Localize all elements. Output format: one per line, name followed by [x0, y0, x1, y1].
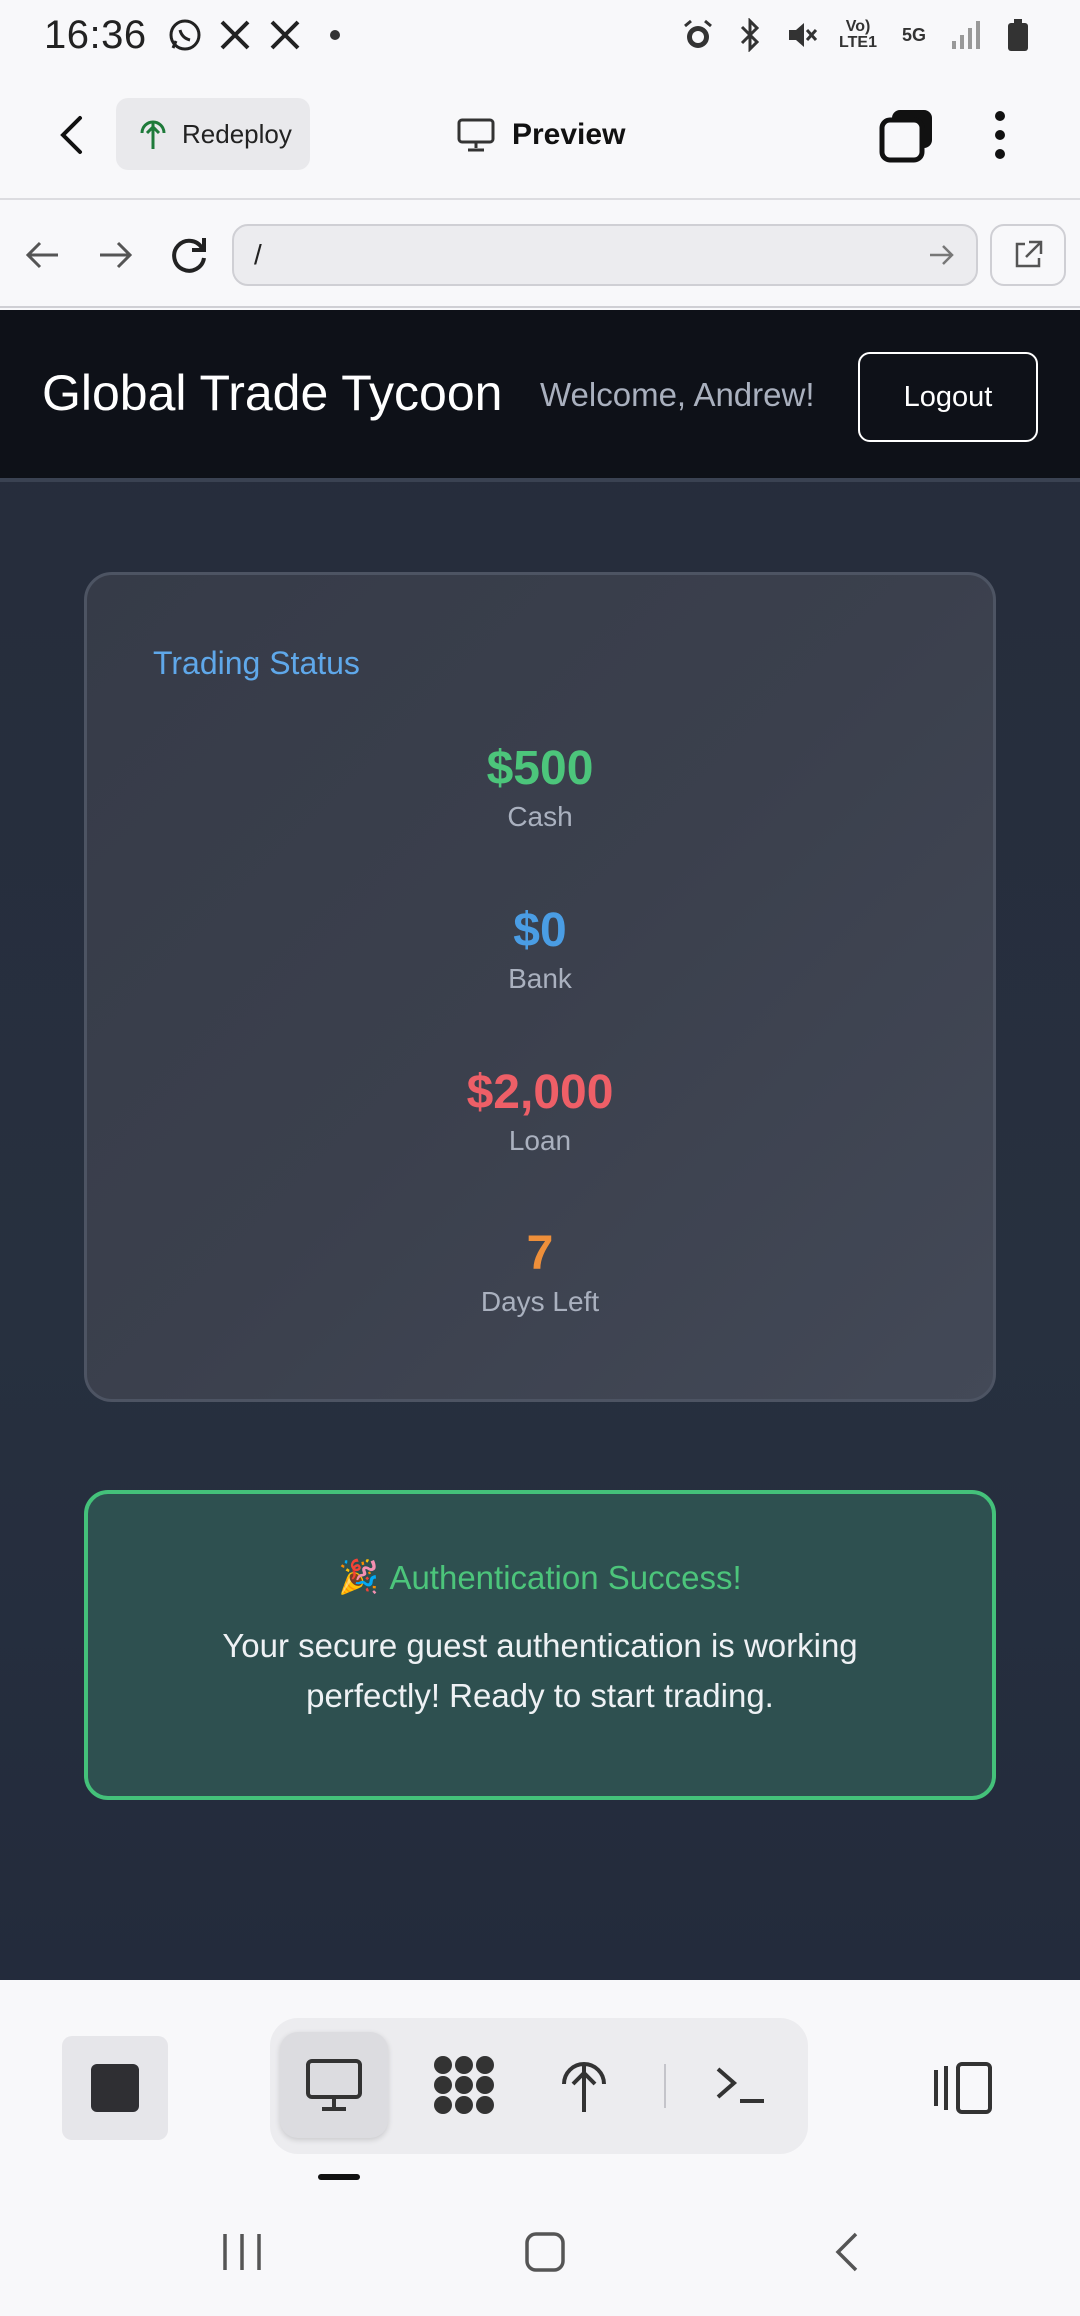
- 5g-icon: 5G: [896, 17, 932, 53]
- deploy-icon: [562, 2062, 606, 2112]
- back-button[interactable]: [48, 110, 98, 160]
- bottom-toolbar: [0, 1980, 1080, 2190]
- system-navigation: [0, 2190, 1080, 2316]
- bluetooth-icon: [732, 17, 768, 53]
- stat-days-left: 7 Days Left: [87, 1226, 993, 1318]
- apps-icon: [434, 2056, 494, 2114]
- monitor-icon: [457, 118, 495, 152]
- x-icon: [267, 17, 303, 53]
- split-view-icon: [934, 2062, 992, 2114]
- tool-terminal[interactable]: [686, 2032, 794, 2138]
- stat-label: Bank: [508, 963, 572, 994]
- success-message: Your secure guest authentication is work…: [222, 1627, 858, 1714]
- signal-icon: [948, 17, 984, 53]
- success-title-text: Authentication Success!: [389, 1558, 742, 1596]
- go-arrow-icon[interactable]: [926, 240, 956, 270]
- alarm-icon: [680, 17, 716, 53]
- tool-group: [270, 2018, 808, 2154]
- back-chevron-icon: [835, 2232, 858, 2272]
- status-left: 16:36: [44, 13, 353, 58]
- arrow-right-icon: [100, 241, 133, 269]
- stat-bank: $0 Bank: [87, 903, 993, 995]
- system-back-button[interactable]: [818, 2222, 878, 2282]
- auth-success-card: 🎉 Authentication Success! Your secure gu…: [84, 1490, 996, 1800]
- stat-cash: $500 Cash: [87, 741, 993, 833]
- logout-button[interactable]: Logout: [858, 352, 1038, 442]
- app-bar: Redeploy Preview: [0, 70, 1080, 200]
- dot-icon: [317, 17, 353, 53]
- tool-deploy[interactable]: [530, 2032, 638, 2138]
- home-icon: [525, 2232, 565, 2272]
- terminal-icon: [716, 2067, 764, 2103]
- welcome-text: Welcome, Andrew!: [540, 376, 815, 413]
- tool-divider: [664, 2064, 666, 2108]
- status-bar: 16:36 Vo) LTE1 5G: [0, 0, 1080, 70]
- redeploy-button[interactable]: Redeploy: [116, 98, 310, 170]
- stat-loan: $2,000 Loan: [87, 1065, 993, 1157]
- external-link-icon: [1015, 240, 1043, 268]
- preview-label: Preview: [512, 118, 626, 151]
- url-bar: /: [0, 202, 1080, 308]
- nav-back-button[interactable]: [18, 230, 68, 280]
- stat-value: $2,000: [466, 1066, 614, 1119]
- redeploy-icon: [140, 120, 166, 149]
- recent-apps-icon: [223, 2234, 261, 2270]
- stop-icon: [91, 2064, 139, 2112]
- stat-value: $0: [513, 904, 567, 957]
- home-button[interactable]: [515, 2222, 575, 2282]
- url-input[interactable]: /: [232, 224, 978, 286]
- site-header: Global Trade Tycoon Welcome, Andrew! Log…: [0, 310, 1080, 482]
- web-content: Global Trade Tycoon Welcome, Andrew! Log…: [0, 310, 1080, 1980]
- tool-preview[interactable]: [280, 2032, 388, 2138]
- status-right: Vo) LTE1 5G: [680, 17, 1036, 53]
- active-tool-indicator: [318, 2174, 360, 2180]
- battery-icon: [1000, 17, 1036, 53]
- recent-apps-button[interactable]: [212, 2222, 272, 2282]
- stat-value: 7: [526, 1227, 554, 1280]
- site-title: Global Trade Tycoon: [42, 365, 503, 421]
- preview-title: Preview: [456, 110, 625, 160]
- more-options-button[interactable]: [980, 106, 1020, 164]
- trading-status-title: Trading Status: [153, 645, 360, 681]
- tabs-button[interactable]: [878, 106, 936, 164]
- status-time: 16:36: [44, 12, 147, 57]
- stat-value: $500: [486, 742, 594, 795]
- mute-icon: [784, 17, 820, 53]
- stat-label: Loan: [508, 1125, 572, 1156]
- network-label: 5G: [901, 25, 926, 45]
- preview-icon: [306, 2059, 362, 2111]
- stat-label: Days Left: [480, 1286, 600, 1317]
- volte-icon: Vo) LTE1: [836, 17, 880, 53]
- nav-forward-button[interactable]: [90, 230, 140, 280]
- stop-button[interactable]: [62, 2036, 168, 2140]
- arrow-left-icon: [25, 241, 58, 269]
- tool-apps[interactable]: [410, 2032, 518, 2138]
- party-popper-icon: 🎉: [338, 1558, 380, 1595]
- url-text: /: [254, 239, 262, 270]
- redeploy-label: Redeploy: [182, 118, 292, 149]
- chevron-left-icon: [60, 116, 82, 154]
- split-view-button[interactable]: [930, 2038, 998, 2138]
- tabs-icon: [879, 110, 932, 163]
- stat-label: Cash: [507, 801, 573, 832]
- reload-button[interactable]: [164, 230, 214, 280]
- success-title: 🎉 Authentication Success!: [88, 1558, 992, 1597]
- whatsapp-icon: [167, 17, 203, 53]
- reload-icon: [172, 238, 206, 273]
- more-vertical-icon: [995, 111, 1005, 159]
- open-external-button[interactable]: [990, 224, 1066, 286]
- trading-status-card: Trading Status $500 Cash $0 Bank $2,000 …: [84, 572, 996, 1402]
- x-icon: [217, 17, 253, 53]
- volte-label: Vo) LTE1: [839, 18, 877, 51]
